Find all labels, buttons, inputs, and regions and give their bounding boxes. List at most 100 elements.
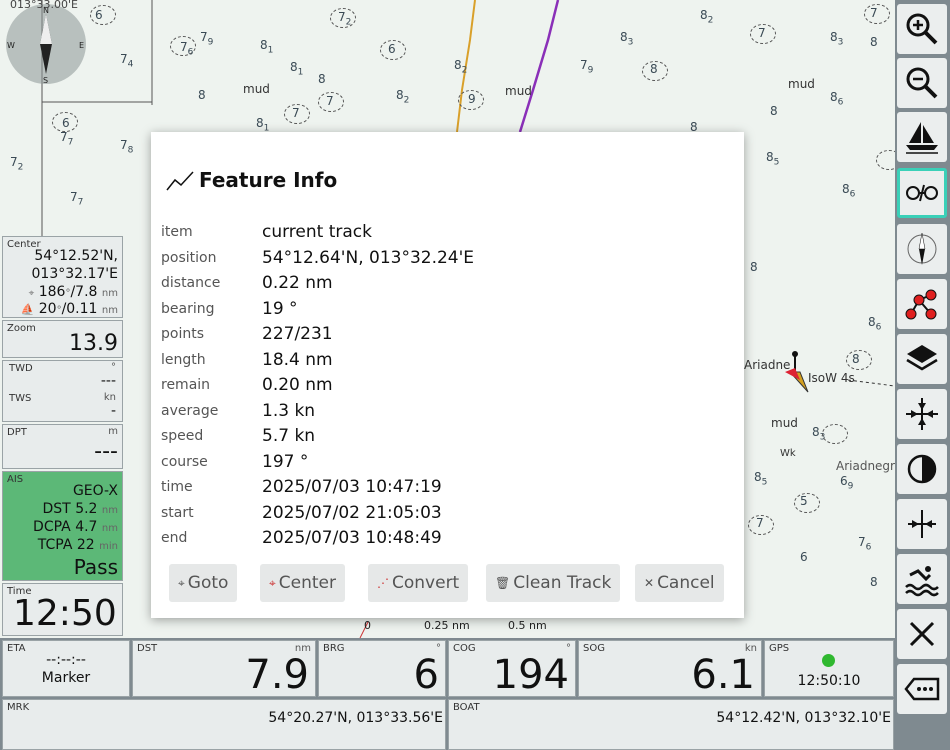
anchor-watch-button[interactable]	[897, 168, 947, 218]
brg-panel[interactable]: BRG ° 6	[318, 640, 446, 698]
ais-tcpa-label: TCPA	[37, 537, 73, 553]
scale-label: 0.25 nm	[424, 619, 470, 632]
feature-label: Wk	[780, 448, 796, 459]
more-button[interactable]	[897, 664, 947, 714]
info-key: start	[161, 504, 194, 521]
sog-panel[interactable]: SOG kn 6.1	[578, 640, 762, 698]
layers-button[interactable]	[897, 334, 947, 384]
close-icon	[909, 621, 935, 647]
info-row-end: end 2025/07/03 10:48:49	[161, 528, 721, 552]
info-row-course: course 197 °	[161, 452, 721, 476]
north-up-button[interactable]	[897, 224, 947, 274]
layers-icon	[906, 345, 938, 371]
tws-label: TWS	[9, 393, 32, 404]
goto-button[interactable]: ⌖ Goto	[169, 564, 238, 602]
ais-dst-unit: nm	[101, 505, 118, 516]
convert-button[interactable]: ⋰ Convert	[368, 564, 469, 602]
info-row-points: points 227/231	[161, 324, 721, 348]
wind-panel[interactable]: TWD ° --- TWS kn -	[2, 360, 123, 422]
ais-tcpa: 22	[76, 537, 95, 553]
night-mode-button[interactable]	[897, 444, 947, 494]
measure-button[interactable]	[897, 499, 947, 549]
cancel-button[interactable]: ✕ Cancel	[635, 564, 724, 602]
mud-label: mud	[771, 416, 798, 430]
eta-marker: Marker	[41, 670, 91, 686]
info-value: 2025/07/02 21:05:03	[262, 502, 442, 523]
info-value: 0.20 nm	[262, 375, 333, 395]
dst-panel[interactable]: DST nm 7.9	[132, 640, 316, 698]
info-value: 197 °	[262, 451, 309, 472]
eta-panel[interactable]: ETA --:--:-- Marker	[2, 640, 130, 697]
trash-icon: 🗑	[495, 576, 511, 590]
zoom-label: Zoom	[7, 323, 36, 334]
info-key: distance	[161, 275, 221, 291]
mud-label: mud	[788, 77, 815, 91]
goto-label: Goto	[187, 573, 229, 593]
info-row-speed: speed 5.7 kn	[161, 426, 721, 450]
center-panel[interactable]: Center 54°12.52'N, 013°32.17'E ⌖ 186°/7.…	[2, 236, 123, 318]
center-dist2: /0.11	[61, 301, 98, 317]
cog-label: COG	[453, 643, 476, 654]
tws-unit: kn	[103, 392, 116, 403]
ais-status: Pass	[73, 555, 118, 579]
twd-unit: °	[111, 362, 116, 373]
gps-label: GPS	[769, 643, 790, 654]
ais-panel[interactable]: AIS GEO-X DST 5.2 nm DCPA 4.7 nm TCPA 22…	[2, 471, 123, 581]
track-icon	[166, 171, 194, 191]
info-key: average	[161, 402, 219, 419]
center-button[interactable]: ⌖ Center	[260, 564, 345, 602]
tws-value: -	[110, 403, 116, 419]
map-coord-label: 013°33.00'E	[10, 0, 78, 11]
compass-rose[interactable]: N S W E	[6, 4, 86, 85]
right-toolbar	[895, 0, 950, 750]
boat-small-icon: ⛵	[20, 303, 35, 316]
zoom-in-icon	[906, 13, 938, 45]
route-convert-icon: ⋰	[377, 576, 389, 590]
time-panel[interactable]: Time 12:50	[2, 583, 123, 636]
feature-info-dialog: Feature Info item current track position 54…	[151, 132, 744, 618]
info-value: 0.22 nm	[262, 273, 333, 293]
zoom-value: 13.9	[69, 331, 118, 356]
boat-panel[interactable]: BOAT 54°12.42'N, 013°32.10'E	[448, 699, 894, 750]
info-row-start: start 2025/07/02 21:05:03	[161, 503, 721, 527]
zoom-out-button[interactable]	[897, 58, 947, 108]
info-value: 5.7 kn	[262, 426, 316, 446]
cancel-label: Cancel	[657, 573, 715, 593]
ais-target-name: GEO-X	[72, 483, 118, 499]
clean-track-button[interactable]: 🗑 Clean Track	[486, 564, 621, 602]
compass-north-icon	[907, 232, 937, 265]
eta-value: --:--:--	[46, 652, 86, 668]
ais-dcpa-label: DCPA	[33, 519, 71, 535]
info-row-remain: remain 0.20 nm	[161, 375, 721, 399]
info-value: 18.4 nm	[262, 349, 333, 370]
info-row-bearing: bearing 19 °	[161, 299, 721, 323]
zoom-out-icon	[906, 67, 938, 99]
brg-label: BRG	[323, 643, 345, 654]
center-unit2: nm	[101, 305, 118, 316]
gps-panel[interactable]: GPS 12:50:10	[764, 640, 894, 697]
info-key: bearing	[161, 300, 215, 317]
info-row-time: time 2025/07/03 10:47:19	[161, 477, 721, 501]
close-button[interactable]	[897, 609, 947, 659]
center-unit: nm	[101, 288, 118, 299]
brg-value: 6	[413, 652, 439, 698]
center-map-button[interactable]	[897, 389, 947, 439]
zoom-panel[interactable]: Zoom 13.9	[2, 320, 123, 358]
mob-button[interactable]	[897, 554, 947, 604]
zoom-in-button[interactable]	[897, 4, 947, 54]
depth-panel[interactable]: DPT m ---	[2, 424, 123, 469]
dst-value: 7.9	[245, 652, 309, 698]
boat-lock-button[interactable]	[897, 112, 947, 162]
dialog-title: Feature Info	[199, 168, 338, 192]
info-key: end	[161, 530, 188, 546]
info-value: 54°12.64'N, 013°32.24'E	[262, 247, 475, 268]
track-purple-line	[518, 0, 560, 133]
info-key: time	[161, 479, 193, 495]
info-key: remain	[161, 377, 211, 393]
mrk-panel[interactable]: MRK 54°20.27'N, 013°33.56'E	[2, 699, 446, 750]
info-row-average: average 1.3 kn	[161, 401, 721, 425]
label-more-icon	[904, 677, 940, 701]
feature-label: Ariadne	[744, 358, 791, 372]
cog-panel[interactable]: COG ° 194	[448, 640, 576, 698]
route-button[interactable]	[897, 279, 947, 329]
